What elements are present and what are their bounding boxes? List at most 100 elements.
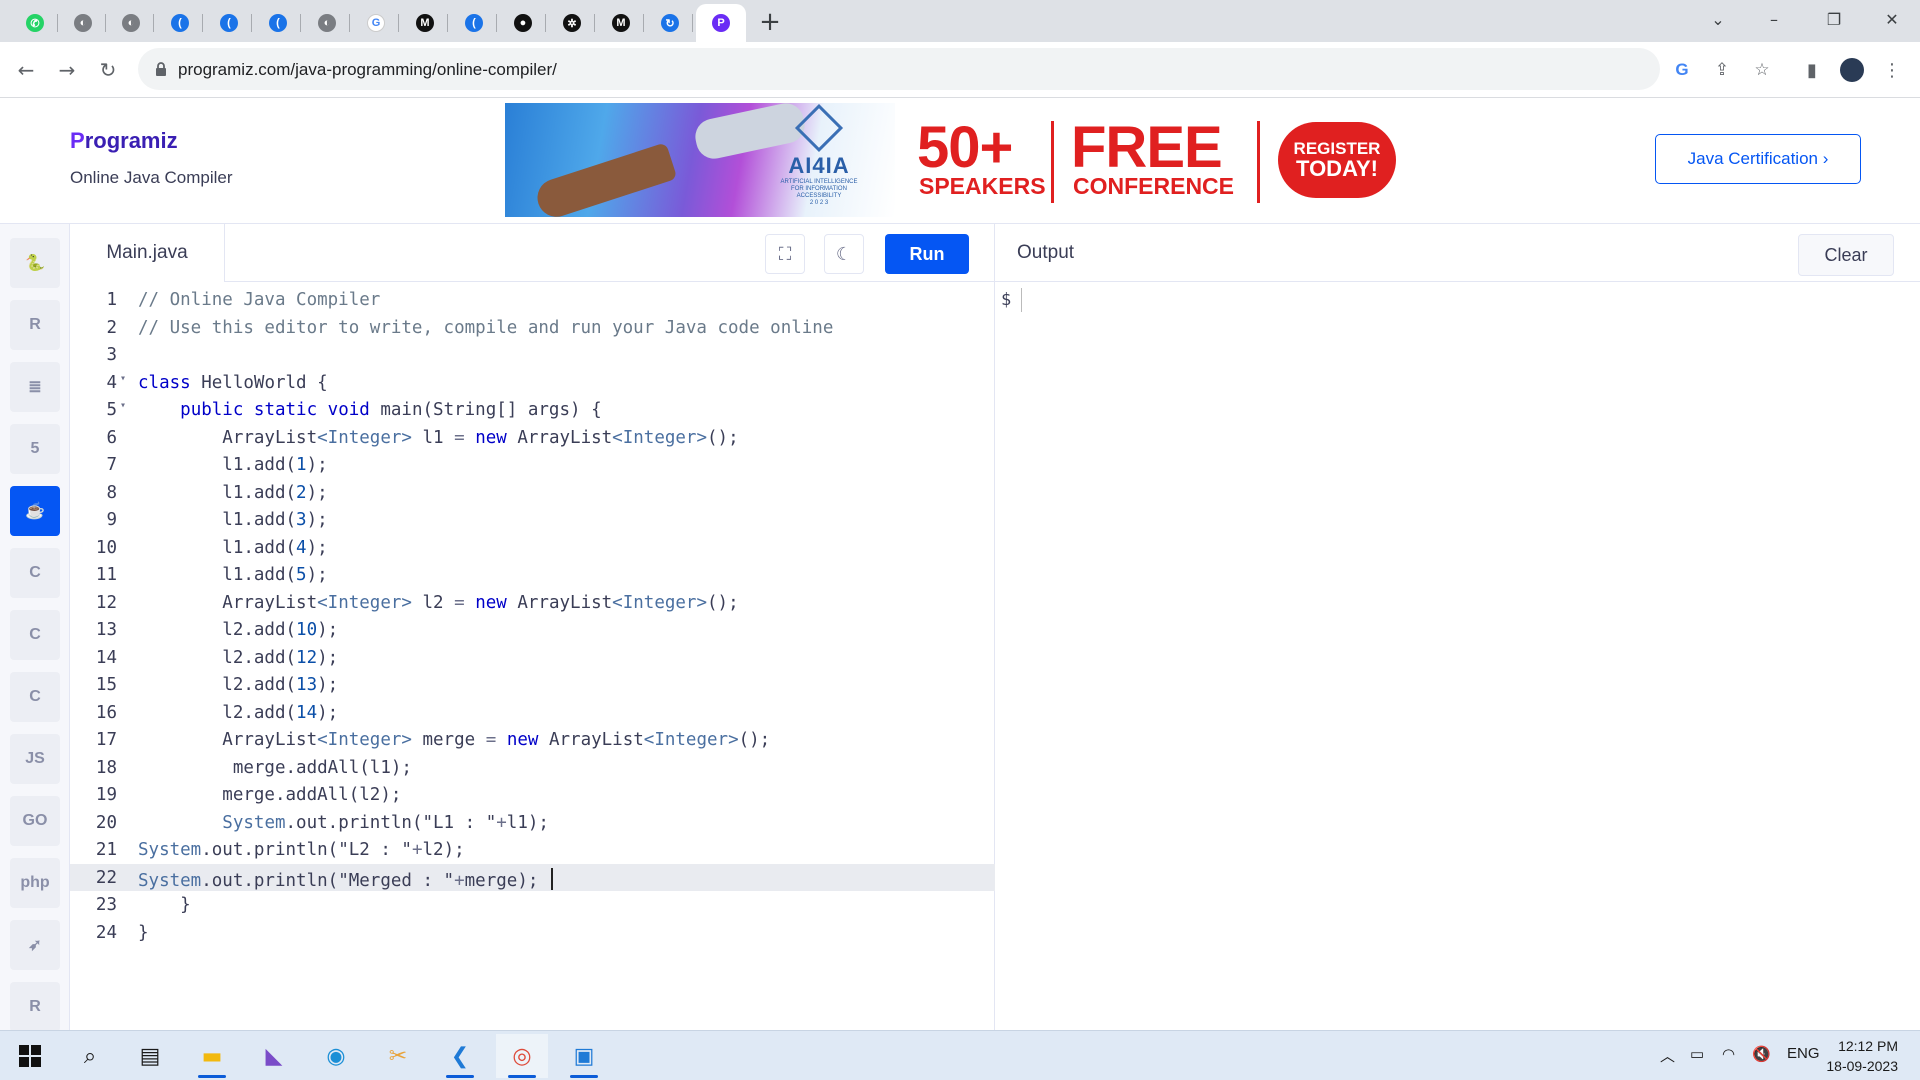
code-line[interactable]: 10 l1.add(4);	[70, 534, 995, 562]
volume-muted-icon[interactable]: 🔇	[1752, 1045, 1771, 1063]
profile-avatar[interactable]	[1838, 56, 1866, 84]
minimize-icon[interactable]: –	[1746, 0, 1802, 38]
code-text: l2.add(12);	[138, 647, 339, 668]
run-button[interactable]: Run	[885, 234, 969, 274]
browser-tab[interactable]: ✆	[12, 4, 58, 42]
line-number: 8	[106, 482, 117, 503]
code-line[interactable]: 4 ▾ class HelloWorld {	[70, 369, 995, 397]
code-line[interactable]: 17 ArrayList<Integer> merge = new ArrayL…	[70, 726, 995, 754]
browser-tab[interactable]: ◐	[108, 4, 154, 42]
tab-search-icon[interactable]: ⌄	[1690, 0, 1746, 38]
vscode-icon[interactable]: ❮	[434, 1034, 486, 1078]
new-tab-button[interactable]: +	[756, 7, 784, 37]
code-line[interactable]: 18 merge.addAll(l1);	[70, 754, 995, 782]
code-line[interactable]: 20 System.out.println("L1 : "+l1);	[70, 809, 995, 837]
java-certification-button[interactable]: Java Certification ›	[1655, 134, 1861, 184]
clear-button[interactable]: Clear	[1798, 234, 1894, 276]
back-arrow-icon[interactable]: ←	[10, 54, 42, 86]
code-line[interactable]: 5 ▾ public static void main(String[] args…	[70, 396, 995, 424]
code-line[interactable]: 19 merge.addAll(l2);	[70, 781, 995, 809]
terminal-caret[interactable]	[1021, 288, 1022, 312]
language-go-icon[interactable]: GO	[10, 796, 60, 846]
code-line[interactable]: 7 l1.add(1);	[70, 451, 995, 479]
code-line[interactable]: 6 ArrayList<Integer> l1 = new ArrayList<…	[70, 424, 995, 452]
code-line[interactable]: 11 l1.add(5);	[70, 561, 995, 589]
code-line[interactable]: 9 l1.add(3);	[70, 506, 995, 534]
code-line[interactable]: 21 System.out.println("L2 : "+l2);	[70, 836, 995, 864]
browser-tab[interactable]: (	[255, 4, 301, 42]
fullscreen-icon[interactable]: ⛶	[765, 234, 805, 274]
ad-banner[interactable]: AI4IA ARTIFICIAL INTELLIGENCE FOR INFORM…	[505, 103, 1415, 217]
browser-tab[interactable]: P	[696, 4, 746, 42]
browser-tab[interactable]: M	[402, 4, 448, 42]
language-swift-icon[interactable]: ➶	[10, 920, 60, 970]
battery-icon[interactable]: ▭	[1690, 1045, 1704, 1063]
browser-tab[interactable]: ◐	[304, 4, 350, 42]
language-indicator[interactable]: ENG	[1787, 1045, 1820, 1062]
language-php-icon[interactable]: php	[10, 858, 60, 908]
code-line[interactable]: 14 l2.add(12);	[70, 644, 995, 672]
code-area[interactable]: 1 // Online Java Compiler 2 // Use this edi…	[70, 286, 995, 946]
language-python-icon[interactable]: 🐍	[10, 238, 60, 288]
language-js-icon[interactable]: JS	[10, 734, 60, 784]
bookmark-star-icon[interactable]: ☆	[1750, 58, 1774, 82]
code-line[interactable]: 1 // Online Java Compiler	[70, 286, 995, 314]
code-line[interactable]: 15 l2.add(13);	[70, 671, 995, 699]
line-number: 6	[106, 427, 117, 448]
code-line[interactable]: 13 l2.add(10);	[70, 616, 995, 644]
file-tab-main-java[interactable]: Main.java	[70, 224, 225, 282]
file-explorer-icon[interactable]: ▬	[186, 1034, 238, 1078]
code-line[interactable]: 2 // Use this editor to write, compile an…	[70, 314, 995, 342]
close-window-icon[interactable]: ✕	[1864, 0, 1920, 38]
language-sql-icon[interactable]: ≣	[10, 362, 60, 412]
wifi-icon[interactable]: ◠	[1722, 1045, 1735, 1063]
task-view-icon[interactable]: ▤	[124, 1034, 176, 1078]
language-r-icon[interactable]: R	[10, 300, 60, 350]
ad-register-button[interactable]: REGISTER TODAY!	[1278, 122, 1396, 198]
language-csharp-icon[interactable]: C	[10, 672, 60, 722]
language-java-icon[interactable]: ☕	[10, 486, 60, 536]
dark-mode-moon-icon[interactable]: ☾	[824, 234, 864, 274]
chrome-icon[interactable]: ◎	[496, 1034, 548, 1078]
code-line[interactable]: 22 System.out.println("Merged : "+merge);	[70, 863, 995, 891]
browser-tab[interactable]: ↻	[647, 4, 693, 42]
language-rust-icon[interactable]: R	[10, 982, 60, 1032]
clock[interactable]: 12:12 PM 18-09-2023	[1826, 1036, 1898, 1076]
code-line[interactable]: 24}	[70, 919, 995, 947]
snipping-tool-icon[interactable]: ✂	[372, 1034, 424, 1078]
browser-tab[interactable]: ◐	[60, 4, 106, 42]
fold-arrow-icon[interactable]: ▾	[120, 373, 126, 384]
browser-tab[interactable]: (	[451, 4, 497, 42]
side-panel-icon[interactable]: ▮	[1798, 56, 1826, 84]
menu-dots-icon[interactable]: ⋮	[1878, 56, 1906, 84]
code-line[interactable]: 23 }	[70, 891, 995, 919]
browser-tab[interactable]: M	[598, 4, 644, 42]
code-line[interactable]: 16 l2.add(14);	[70, 699, 995, 727]
browser-tab[interactable]: G	[353, 4, 399, 42]
visual-studio-icon[interactable]: ◣	[248, 1034, 300, 1078]
code-line[interactable]: 8 l1.add(2);	[70, 479, 995, 507]
language-c-icon[interactable]: C	[10, 548, 60, 598]
forward-arrow-icon[interactable]: →	[51, 54, 83, 86]
photos-icon[interactable]: ▣	[558, 1034, 610, 1078]
browser-tab[interactable]: ✲	[549, 4, 595, 42]
browser-tab[interactable]: (	[206, 4, 252, 42]
browser-tab[interactable]: ●	[500, 4, 546, 42]
browser-tab[interactable]: (	[157, 4, 203, 42]
address-bar[interactable]: programiz.com/java-programming/online-co…	[138, 48, 1770, 90]
language-html-icon[interactable]: 5	[10, 424, 60, 474]
maximize-icon[interactable]: ❐	[1806, 0, 1862, 38]
edge-icon[interactable]: ◉	[310, 1034, 362, 1078]
fold-arrow-icon[interactable]: ▾	[120, 400, 126, 411]
google-icon[interactable]: G	[1670, 58, 1694, 82]
code-line[interactable]: 3	[70, 341, 995, 369]
tray-chevron-icon[interactable]: ︿	[1660, 1045, 1675, 1066]
reload-icon[interactable]: ↻	[92, 54, 124, 86]
code-line[interactable]: 12 ArrayList<Integer> l2 = new ArrayList…	[70, 589, 995, 617]
share-icon[interactable]: ⇪	[1710, 58, 1734, 82]
windows-start-icon[interactable]	[4, 1034, 56, 1078]
language-cpp-icon[interactable]: C	[10, 610, 60, 660]
line-number: 13	[95, 620, 117, 640]
programiz-logo[interactable]: Programiz	[70, 128, 178, 154]
search-icon[interactable]: ⌕	[64, 1034, 116, 1078]
